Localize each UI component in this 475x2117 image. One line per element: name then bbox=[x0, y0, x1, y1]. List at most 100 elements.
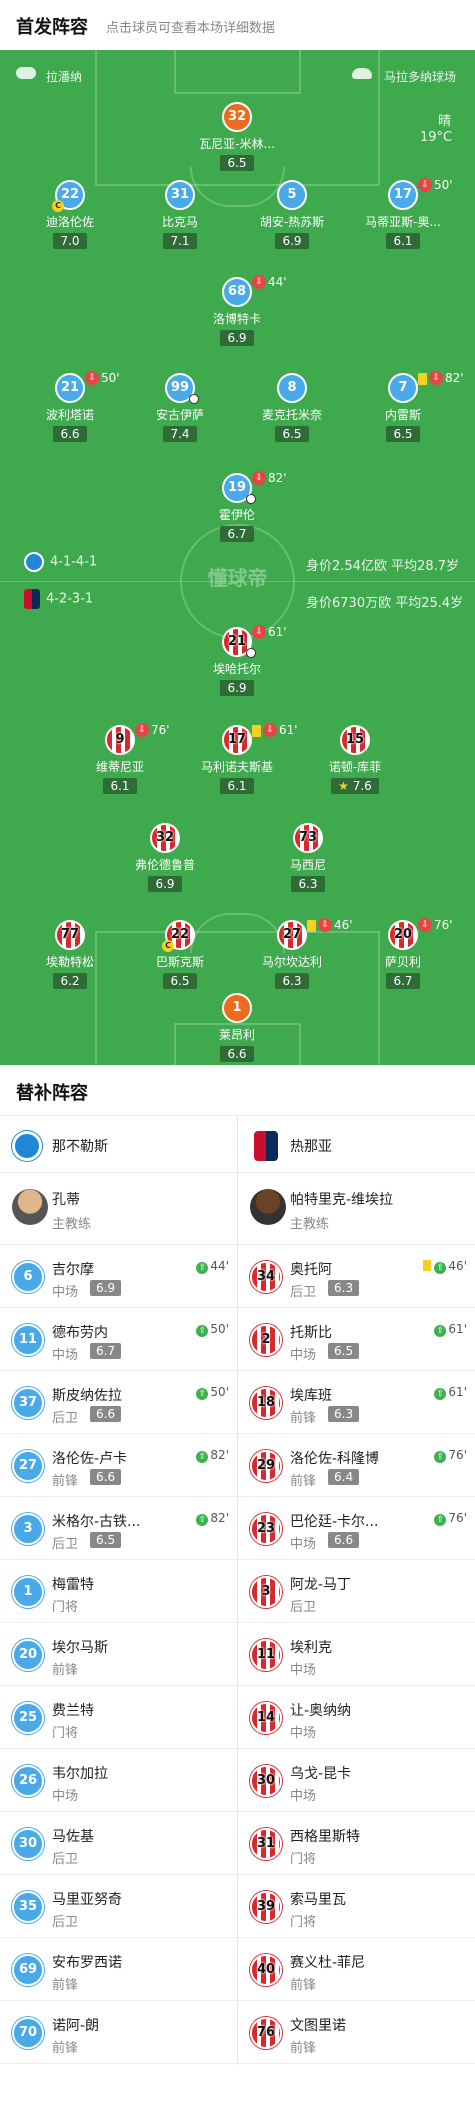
home-player[interactable]: 7 内雷斯 6.5 ⇩ 82' bbox=[348, 371, 464, 442]
sub-player-row[interactable]: 1 梅雷特 门将 bbox=[0, 1560, 237, 1623]
sub-player-row[interactable]: 11 埃利克 中场 bbox=[238, 1623, 475, 1686]
player-number: 31 bbox=[165, 180, 195, 210]
sub-player-row[interactable]: 18 埃库班 前锋 6.3 ⇧ 61' bbox=[238, 1371, 475, 1434]
player-name: 波利塔诺 bbox=[45, 408, 94, 422]
sub-player-row[interactable]: 34 奥托阿 后卫 6.3 ⇧ 46' bbox=[238, 1245, 475, 1308]
player-name: 安布罗西诺 bbox=[52, 1955, 122, 1971]
lineup-hint: 点击球员可查看本场详细数据 bbox=[106, 21, 276, 36]
sub-player-row[interactable]: 76 文图里诺 前锋 bbox=[238, 2001, 475, 2064]
away-player[interactable]: 27 马尔坎达利 6.3 ⇩ 46' bbox=[237, 918, 353, 989]
player-rating: 7.1 bbox=[163, 233, 197, 249]
player-number: 20 bbox=[388, 920, 418, 950]
away-player[interactable]: 21 埃哈托尔 6.9 ⇩ 61' bbox=[182, 625, 292, 696]
away-player[interactable]: 22 巴斯克斯 6.5 C bbox=[125, 920, 235, 989]
player-name: 麦克托米奈 bbox=[261, 408, 322, 422]
sub-player-row[interactable]: 37 斯皮纳佐拉 后卫 6.6 ⇧ 50' bbox=[0, 1371, 237, 1434]
sub-player-row[interactable]: 35 马里亚努奇 后卫 bbox=[0, 1875, 237, 1938]
home-player[interactable]: 22 迪洛伦佐 7.0 C bbox=[15, 180, 125, 249]
player-position: 后卫 bbox=[52, 1852, 79, 1867]
player-number: 30 bbox=[12, 1828, 44, 1860]
player-number: 34 bbox=[250, 1261, 282, 1293]
sub-player-row[interactable]: 25 费兰特 门将 bbox=[0, 1686, 237, 1749]
away-team-name: 热那亚 bbox=[290, 1139, 332, 1155]
sub-player-row[interactable]: 6 吉尔摩 中场 6.9 ⇧ 44' bbox=[0, 1245, 237, 1308]
home-formation-row: 4-1-4-1 bbox=[24, 552, 97, 572]
sub-player-row[interactable]: 11 德布劳内 中场 6.7 ⇧ 50' bbox=[0, 1308, 237, 1371]
player-number: 3 bbox=[250, 1576, 282, 1608]
player-number: 8 bbox=[277, 373, 307, 403]
sub-player-row[interactable]: 2 托斯比 中场 6.5 ⇧ 61' bbox=[238, 1308, 475, 1371]
player-name: 吉尔摩 bbox=[52, 1262, 94, 1278]
player-rating: 6.6 bbox=[53, 426, 87, 442]
rating-value: 7.6 bbox=[352, 779, 372, 793]
sub-out-icon: ⇩ bbox=[318, 918, 332, 932]
player-number: 26 bbox=[12, 1765, 44, 1797]
sub-minute: 82' bbox=[268, 471, 287, 485]
player-number: 7 bbox=[388, 373, 418, 403]
home-player[interactable]: 19 霍伊伦 6.7 ⇩ 82' bbox=[182, 471, 292, 542]
away-player[interactable]: 17 马利诺夫斯基 6.1 ⇩ 61' bbox=[182, 723, 298, 794]
player-name: 内雷斯 bbox=[384, 408, 421, 422]
genoa-logo-icon bbox=[254, 1131, 278, 1161]
home-player[interactable]: 8 麦克托米奈 6.5 bbox=[237, 373, 347, 442]
player-name: 巴斯克斯 bbox=[155, 955, 204, 969]
player-name: 米格尔-古铁... bbox=[52, 1514, 141, 1530]
sub-in-icon: ⇧ bbox=[434, 1514, 447, 1526]
player-rating: 6.5 bbox=[90, 1532, 122, 1548]
home-player[interactable]: 99 安古伊萨 7.4 bbox=[125, 373, 235, 442]
sub-minute: 76' bbox=[151, 723, 170, 737]
player-number: 27 bbox=[277, 920, 307, 950]
home-player[interactable]: 68 洛博特卡 6.9 ⇩ 44' bbox=[182, 275, 292, 346]
sub-player-row[interactable]: 26 韦尔加拉 中场 bbox=[0, 1749, 237, 1812]
away-player[interactable]: 32 弗伦德鲁普 6.9 bbox=[110, 823, 220, 892]
home-coach[interactable]: 孔蒂 主教练 bbox=[0, 1173, 237, 1245]
away-player[interactable]: 1 莱昂利 6.6 bbox=[182, 993, 292, 1062]
sub-player-row[interactable]: 70 诺阿-朗 前锋 bbox=[0, 2001, 237, 2064]
sub-player-row[interactable]: 40 赛义杜-菲尼 前锋 bbox=[238, 1938, 475, 2001]
sub-player-row[interactable]: 29 洛伦佐-科隆博 前锋 6.4 ⇧ 76' bbox=[238, 1434, 475, 1497]
away-player[interactable]: 15 诺顿-库菲 ★ 7.6 bbox=[300, 725, 410, 794]
player-position: 后卫 bbox=[52, 1411, 79, 1426]
player-position: 门将 bbox=[52, 1726, 79, 1741]
home-player[interactable]: 31 比克马 7.1 bbox=[125, 180, 235, 249]
away-player[interactable]: 20 萨贝利 6.7 ⇩ 76' bbox=[348, 918, 458, 989]
home-formation: 4-1-4-1 bbox=[50, 554, 98, 570]
player-number: 27 bbox=[12, 1450, 44, 1482]
home-subs-column: 那不勒斯 孔蒂 主教练 6 吉尔摩 中场 6.9 ⇧ 44' 11 德布劳内 中场 6.7 ⇧ 50'… bbox=[0, 1115, 237, 2064]
coach-avatar bbox=[250, 1189, 286, 1225]
player-rating: 6.5 bbox=[220, 155, 254, 171]
home-player[interactable]: 32 瓦尼亚-米林... 6.5 bbox=[182, 102, 292, 171]
sub-player-row[interactable]: 69 安布罗西诺 前锋 bbox=[0, 1938, 237, 2001]
home-player[interactable]: 21 波利塔诺 6.6 ⇩ 50' bbox=[15, 371, 125, 442]
sub-player-row[interactable]: 3 阿龙-马丁 后卫 bbox=[238, 1560, 475, 1623]
player-rating: 6.9 bbox=[220, 680, 254, 696]
sub-minute: 44' bbox=[210, 1259, 229, 1273]
away-formation-row: 4-2-3-1 bbox=[24, 589, 93, 609]
away-player[interactable]: 73 马西尼 6.3 bbox=[253, 823, 363, 892]
sub-player-row[interactable]: 27 洛伦佐-卢卡 前锋 6.6 ⇧ 82' bbox=[0, 1434, 237, 1497]
sub-player-row[interactable]: 31 西格里斯特 门将 bbox=[238, 1812, 475, 1875]
sub-player-row[interactable]: 30 马佐基 后卫 bbox=[0, 1812, 237, 1875]
sub-player-row[interactable]: 3 米格尔-古铁... 后卫 6.5 ⇧ 82' bbox=[0, 1497, 237, 1560]
home-player[interactable]: 17 马蒂亚斯-奥... 6.1 ⇩ 50' bbox=[348, 178, 458, 249]
sub-player-row[interactable]: 14 让-奥纳纳 中场 bbox=[238, 1686, 475, 1749]
player-name: 索马里瓦 bbox=[290, 1892, 346, 1908]
sub-player-row[interactable]: 30 乌戈-昆卡 中场 bbox=[238, 1749, 475, 1812]
referee-name: 拉潘纳 bbox=[46, 70, 83, 84]
away-player[interactable]: 77 埃勒特松 6.2 bbox=[15, 920, 125, 989]
napoli-logo-icon bbox=[12, 1131, 42, 1161]
sub-player-row[interactable]: 39 索马里瓦 门将 bbox=[238, 1875, 475, 1938]
sub-player-row[interactable]: 23 巴伦廷-卡尔... 中场 6.6 ⇧ 76' bbox=[238, 1497, 475, 1560]
home-player[interactable]: 5 胡安-热苏斯 6.9 bbox=[237, 180, 347, 249]
player-number: 17 bbox=[222, 725, 252, 755]
away-coach[interactable]: 帕特里克-维埃拉 主教练 bbox=[238, 1173, 475, 1245]
player-number: 11 bbox=[250, 1639, 282, 1671]
home-value: 身价2.54亿欧 bbox=[306, 559, 387, 574]
away-player[interactable]: 9 维蒂尼亚 6.1 ⇩ 76' bbox=[65, 723, 175, 794]
player-name: 埃尔马斯 bbox=[52, 1640, 108, 1656]
player-number: 1 bbox=[12, 1576, 44, 1608]
sub-player-row[interactable]: 20 埃尔马斯 前锋 bbox=[0, 1623, 237, 1686]
yellow-card-icon bbox=[307, 920, 316, 932]
home-age: 平均28.7岁 bbox=[391, 559, 460, 574]
sub-in-info: ⇧ 76' bbox=[434, 1511, 467, 1526]
